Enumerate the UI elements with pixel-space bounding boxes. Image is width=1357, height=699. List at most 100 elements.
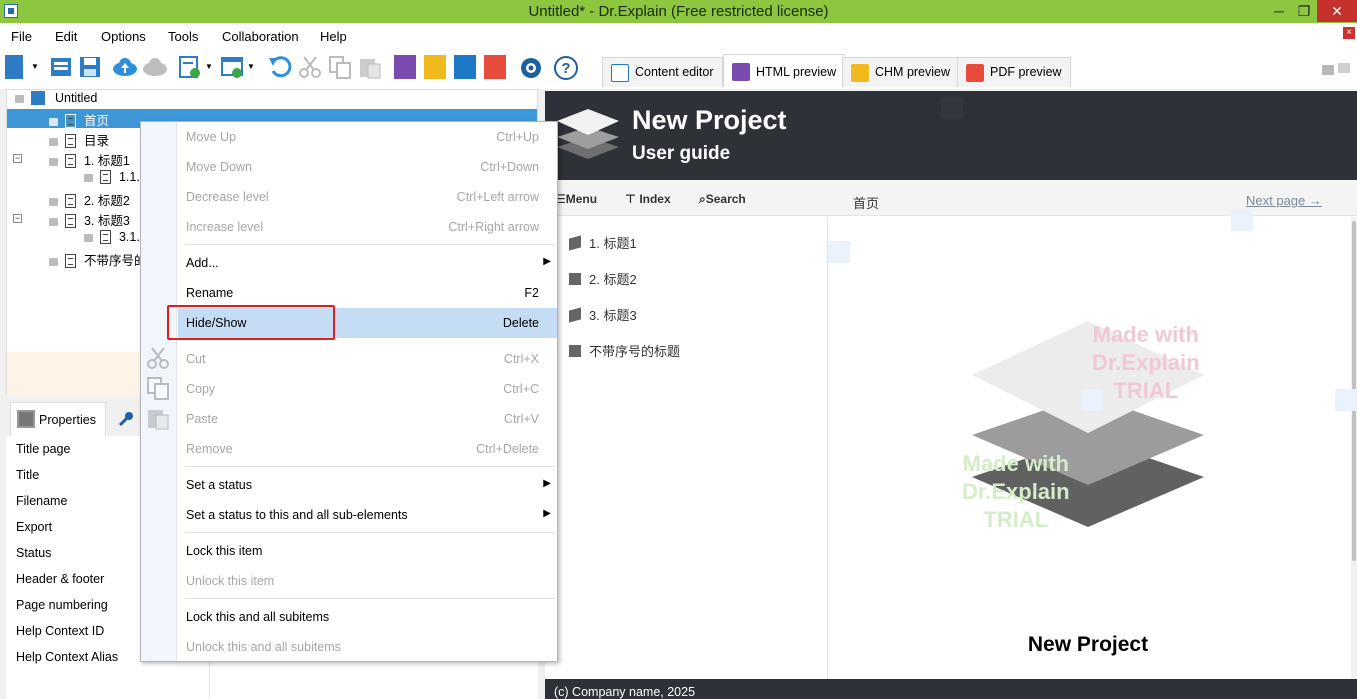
edit-marker-icon[interactable] [1081,389,1103,411]
chevron-down-icon[interactable]: ▼ [31,55,41,79]
minimize-button[interactable]: ─ [1265,0,1293,22]
tab-properties[interactable]: Properties [10,402,106,436]
restore-button[interactable]: ❐ [1290,0,1318,22]
menu-item-copy[interactable]: Copy Ctrl+C [178,375,557,403]
export-icon[interactable] [220,55,244,79]
menu-item-rename[interactable]: Rename F2 [178,279,557,307]
tree-item-heading3-1[interactable]: 3.1. [84,230,140,248]
cloud-upload-icon[interactable] [112,55,137,79]
preview-tab-menu[interactable]: ☰Menu [555,192,597,206]
scrollbar[interactable] [1351,217,1357,681]
prop-title[interactable]: Title [16,468,39,482]
edit-marker-icon[interactable] [828,241,850,263]
search-icon: ⌕ [699,192,706,206]
copy-icon[interactable] [328,55,352,79]
menu-item-increase-level[interactable]: Increase level Ctrl+Right arrow [178,213,557,241]
tree-item-heading1-1[interactable]: 1.1. [84,170,140,188]
new-project-icon[interactable] [5,55,23,79]
prop-help-context-alias[interactable]: Help Context Alias [16,650,118,664]
toc-item[interactable]: 2. 标题2 [569,269,637,288]
prop-header-footer[interactable]: Header & footer [16,572,104,586]
html-preview-icon [732,63,750,81]
prop-page-numbering[interactable]: Page numbering [16,598,108,612]
toc-item[interactable]: 3. 标题3 [569,305,637,324]
menu-separator [185,598,555,599]
menu-collaboration[interactable]: Collaboration [222,29,299,44]
menu-item-set-status-all[interactable]: Set a status to this and all sub-element… [178,501,557,529]
menu-item-add[interactable]: Add... ▶ [178,249,557,277]
tab-html-preview[interactable]: HTML preview [723,54,846,87]
tab-pdf-preview[interactable]: PDF preview [957,57,1071,87]
menu-tools[interactable]: Tools [168,29,198,44]
word-icon[interactable] [454,55,476,79]
feedback-icon[interactable] [1320,59,1354,77]
menu-options[interactable]: Options [101,29,146,44]
close-document-icon[interactable]: × [1343,27,1355,39]
preview-tab-index[interactable]: ⊤ Index [625,192,671,206]
prop-status[interactable]: Status [16,546,51,560]
import-icon[interactable] [178,55,202,79]
menu-item-decrease-level[interactable]: Decrease level Ctrl+Left arrow [178,183,557,211]
tree-item-toc[interactable]: 目录 [49,130,109,148]
menu-item-lock-all[interactable]: Lock this and all subitems [178,603,557,631]
edit-marker-icon[interactable] [1335,389,1357,411]
prop-export[interactable]: Export [16,520,52,534]
help-icon[interactable]: ? [553,55,578,80]
chevron-down-icon[interactable]: ▼ [247,55,257,79]
toc-item[interactable]: 不带序号的标题 [569,341,680,360]
menu-item-unlock-all[interactable]: Unlock this and all subitems [178,633,557,661]
chm-icon[interactable] [424,55,446,79]
tab-content-editor[interactable]: Content editor [602,57,723,87]
prop-help-context-id[interactable]: Help Context ID [16,624,104,638]
book-icon [569,307,581,323]
menu-item-unlock-item[interactable]: Unlock this item [178,567,557,595]
menu-item-remove[interactable]: Remove Ctrl+Delete [178,435,557,463]
menu-item-move-up[interactable]: Move Up Ctrl+Up [178,123,557,151]
settings-icon[interactable] [518,55,542,79]
toc-item[interactable]: 1. 标题1 [569,233,637,252]
tab-chm-preview[interactable]: CHM preview [842,57,960,87]
cut-icon[interactable] [298,55,322,79]
menu-help[interactable]: Help [320,29,347,44]
html-icon[interactable] [394,55,416,79]
edit-marker-icon[interactable] [1231,209,1253,231]
highlight-annotation-box [167,305,335,340]
tree-item-heading2[interactable]: 2. 标题2 [49,190,130,208]
tree-item-root[interactable]: Untitled [15,91,97,109]
menu-file[interactable]: File [11,29,32,44]
preview-tab-search[interactable]: ⌕Search [699,192,746,207]
next-page-link[interactable]: Next page → [1246,193,1322,208]
chevron-down-icon[interactable]: ▼ [205,55,215,79]
undo-icon[interactable] [268,55,292,79]
paste-icon[interactable] [358,55,382,79]
menu-item-shortcut: Ctrl+Down [480,160,539,174]
pdf-icon[interactable] [484,55,506,79]
prop-title-page[interactable]: Title page [16,442,70,456]
tab-keywords[interactable] [118,411,134,430]
save-icon[interactable] [78,55,102,79]
window-title: Untitled* - Dr.Explain (Free restricted … [528,3,829,20]
menu-edit[interactable]: Edit [55,29,77,44]
menu-separator [185,466,555,467]
prop-filename[interactable]: Filename [16,494,67,508]
page-icon [100,170,112,184]
menu-item-lock-item[interactable]: Lock this item [178,537,557,565]
menu-item-set-status[interactable]: Set a status ▶ [178,471,557,499]
edit-marker-icon[interactable] [941,97,963,119]
tree-item-unnumbered[interactable]: 不带序号的 [49,250,146,268]
open-icon[interactable] [49,55,73,79]
tree-item-heading3[interactable]: 3. 标题3 [49,210,130,228]
cloud-download-icon[interactable] [142,55,167,79]
menu-item-move-down[interactable]: Move Down Ctrl+Down [178,153,557,181]
menu-item-label: Move Up [186,130,237,144]
menu-item-label: Copy [186,382,216,396]
tree-item-homepage[interactable]: 首页 [49,110,109,128]
menu-item-paste[interactable]: Paste Ctrl+V [178,405,557,433]
collapse-toggle[interactable]: − [13,214,22,223]
close-window-button[interactable]: ✕ [1317,0,1357,22]
menu-item-label: Unlock this item [186,574,275,588]
menu-item-cut[interactable]: Cut Ctrl+X [178,345,557,373]
collapse-toggle[interactable]: − [13,154,22,163]
preview-header: New Project User guide [545,91,1357,180]
tree-item-heading1[interactable]: 1. 标题1 [49,150,130,168]
